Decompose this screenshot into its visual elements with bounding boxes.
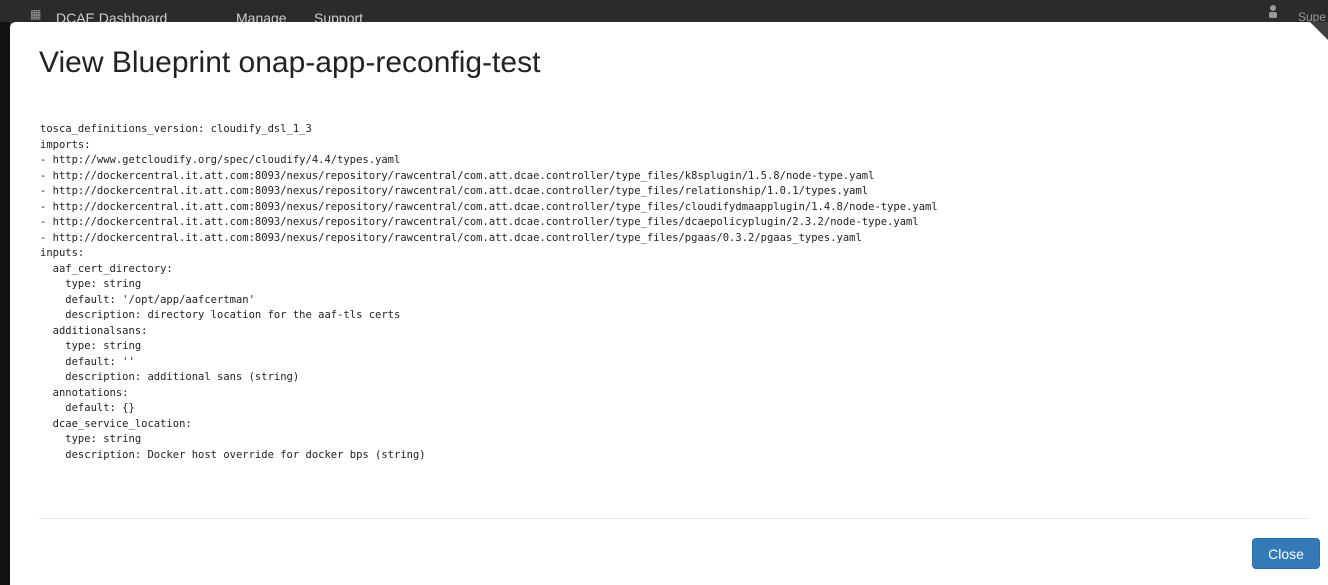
blueprint-line: description: additional sans (string) <box>40 371 300 383</box>
blueprint-line: imports: <box>40 138 91 151</box>
blueprint-line: inputs: <box>40 247 85 259</box>
user-icon[interactable] <box>1268 4 1278 18</box>
nav-item-manage[interactable]: Manage <box>236 10 287 22</box>
blueprint-body: tosca_definitions_version: cloudify_dsl_… <box>40 122 1310 516</box>
brand-link[interactable]: DCAE Dashboard <box>56 10 167 22</box>
blueprint-line: - http://dockercentral.it.att.com:8093/n… <box>40 169 875 182</box>
blueprint-line: default: '' <box>40 355 135 368</box>
nav-item-support[interactable]: Support <box>314 10 363 22</box>
blueprint-line: description: Docker host override for do… <box>40 448 426 461</box>
page-corner <box>1310 22 1328 40</box>
blueprint-line: default: '/opt/app/aafcertman' <box>40 293 255 306</box>
top-navbar: ▦ DCAE Dashboard Manage Support Supe <box>0 0 1328 22</box>
blueprint-line: dcae_service_location: <box>40 417 192 430</box>
blueprint-line: - http://www.getcloudify.org/spec/cloudi… <box>40 154 401 166</box>
blueprint-line: type: string <box>40 340 142 352</box>
user-menu-label[interactable]: Supe <box>1298 10 1326 22</box>
blueprint-line: default: {} <box>40 402 135 414</box>
blueprint-line: type: string <box>40 433 142 445</box>
blueprint-line: aaf_cert_directory: <box>40 262 173 275</box>
modal-title: View Blueprint onap-app-reconfig-test <box>39 46 541 79</box>
blueprint-line: annotations: <box>40 386 129 399</box>
blueprint-line: description: directory location for the … <box>40 309 401 321</box>
blueprint-line: - http://dockercentral.it.att.com:8093/n… <box>40 200 938 213</box>
blueprint-line: - http://dockercentral.it.att.com:8093/n… <box>40 231 862 244</box>
dashboard-icon: ▦ <box>30 7 42 21</box>
blueprint-line: additionalsans: <box>40 324 148 337</box>
blueprint-line: tosca_definitions_version: cloudify_dsl_… <box>40 123 312 135</box>
blueprint-line: - http://dockercentral.it.att.com:8093/n… <box>40 216 919 228</box>
blueprint-content: tosca_definitions_version: cloudify_dsl_… <box>40 122 1310 463</box>
blueprint-line: type: string <box>40 278 142 290</box>
view-blueprint-modal: View Blueprint onap-app-reconfig-test to… <box>10 22 1328 585</box>
blueprint-line: - http://dockercentral.it.att.com:8093/n… <box>40 185 869 197</box>
modal-footer-divider <box>39 518 1309 519</box>
modal-backdrop <box>0 22 10 585</box>
close-button[interactable]: Close <box>1252 538 1320 569</box>
